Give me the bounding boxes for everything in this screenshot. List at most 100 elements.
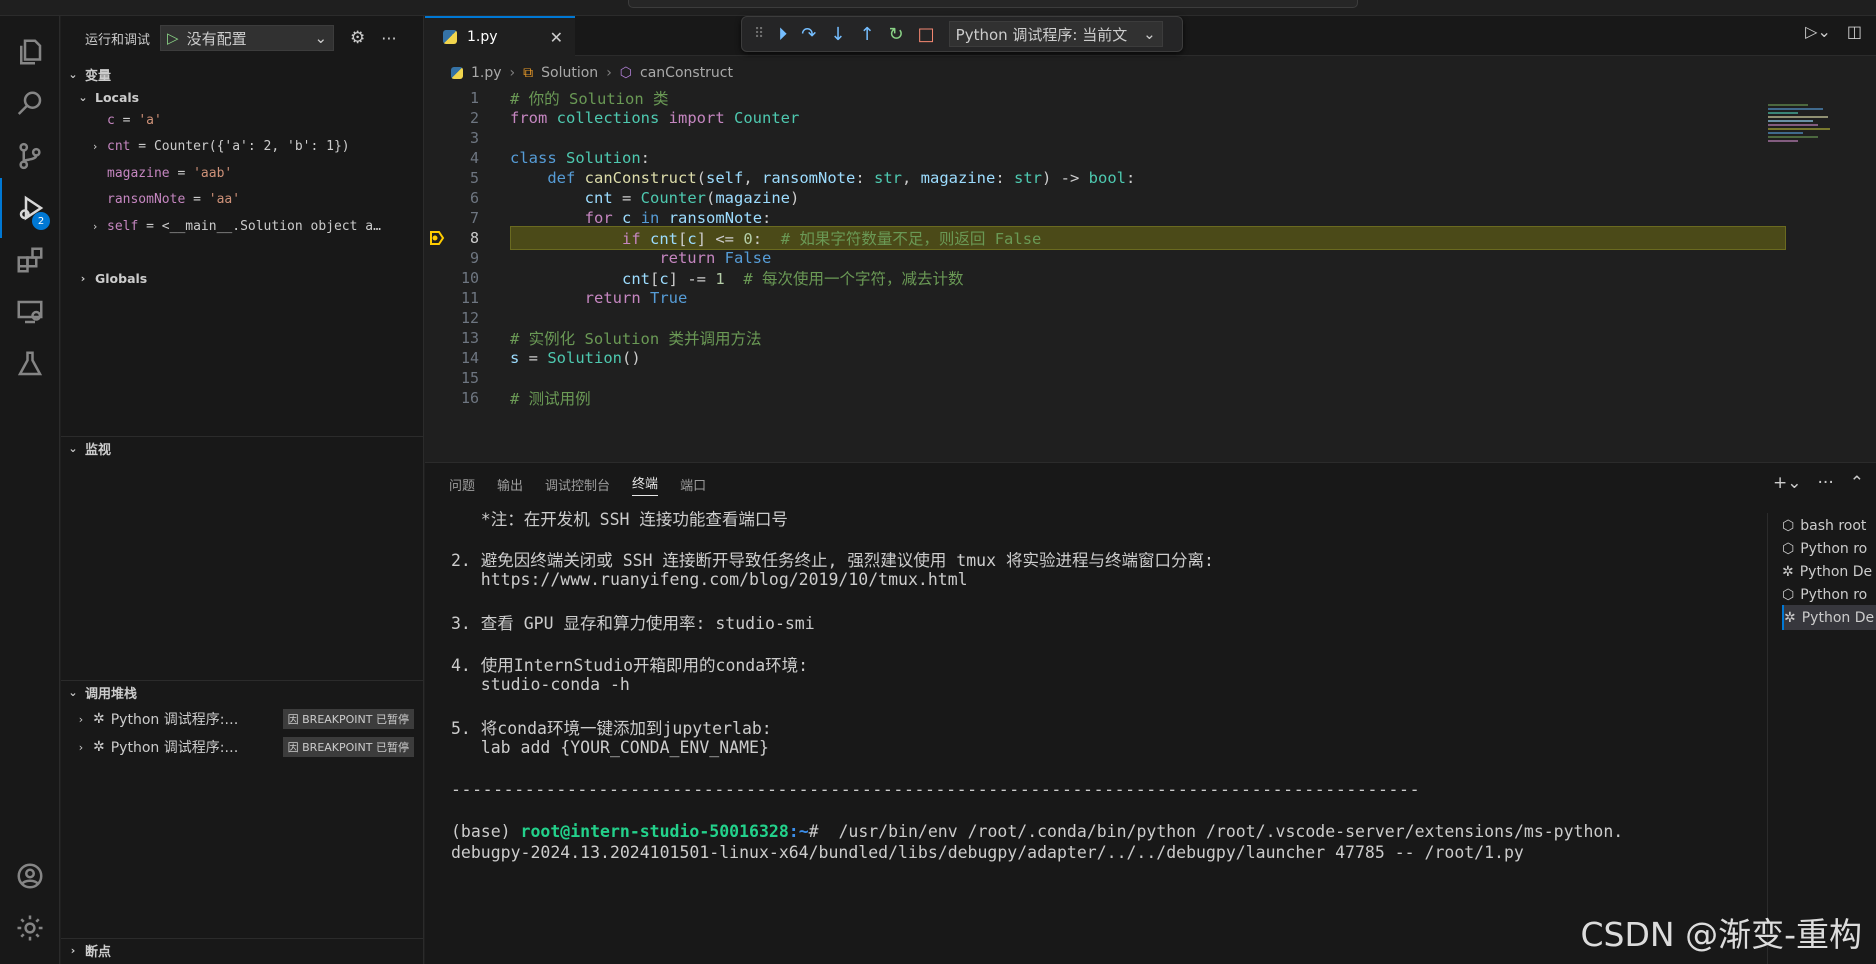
editor-actions: ▷⌄ ◫: [1805, 22, 1862, 41]
split-editor-icon[interactable]: ◫: [1847, 22, 1862, 41]
debug-session-label: Python 调试程序: 当前文: [955, 25, 1128, 44]
terminal-list-item[interactable]: ✲ Python De: [1782, 559, 1876, 584]
more-actions-icon[interactable]: ···: [1818, 473, 1834, 493]
close-icon[interactable]: ✕: [550, 28, 563, 47]
locals-scope[interactable]: ⌄ Locals: [61, 85, 424, 109]
tab-problems[interactable]: 问题: [449, 475, 475, 494]
terminal-line: debugpy-2024.13.2024101501-linux-x64/bun…: [451, 843, 1524, 862]
minimap[interactable]: [1768, 102, 1838, 162]
terminal-line: https://www.ruanyifeng.com/blog/2019/10/…: [451, 570, 968, 589]
chevron-down-icon: ⌄: [314, 29, 328, 47]
tab-1py[interactable]: 1.py ✕: [425, 16, 575, 56]
run-file-icon[interactable]: ▷⌄: [1805, 22, 1831, 41]
callstack-label: Python 调试程序:…: [110, 740, 239, 756]
breakpoints-title: 断点: [85, 945, 112, 960]
debug-config-select[interactable]: ▷ 没有配置 ⌄: [160, 25, 335, 51]
terminal-output[interactable]: *注：在开发机 SSH 连接功能查看端口号 2. 避免因终端关闭或 SSH 连接…: [451, 505, 1771, 964]
breakpoint-current-icon[interactable]: [429, 230, 445, 246]
variable-value: <__main__.Solution object a…: [161, 218, 381, 234]
terminal-line: ----------------------------------------…: [451, 780, 1421, 799]
breakpoints-section-header[interactable]: › 断点: [61, 938, 424, 962]
restart-icon[interactable]: ↻: [889, 24, 904, 45]
chevron-down-icon: ⌄: [68, 686, 78, 699]
variable-row[interactable]: c = 'a': [107, 107, 162, 133]
remote-explorer-icon[interactable]: [0, 282, 60, 342]
tab-output[interactable]: 输出: [497, 475, 523, 494]
config-value: 没有配置: [186, 29, 247, 48]
run-debug-sidebar: 运行和调试 ▷ 没有配置 ⌄ ⚙ ··· ⌄ 变量 ⌄ Locals c = '…: [61, 16, 424, 964]
variables-title: 变量: [85, 68, 112, 84]
breadcrumb-item[interactable]: Solution: [541, 65, 598, 81]
start-debugging-icon[interactable]: ▷: [167, 29, 179, 47]
chevron-down-icon: ⌄: [1143, 25, 1156, 43]
line-number: 4: [469, 149, 479, 167]
tab-ports[interactable]: 端口: [680, 475, 706, 494]
variable-row[interactable]: › self = <__main__.Solution object a…: [89, 213, 381, 239]
search-icon[interactable]: [0, 74, 60, 134]
terminal-list-item[interactable]: ⬡ bash root: [1782, 513, 1876, 538]
new-terminal-icon[interactable]: +⌄: [1773, 473, 1802, 493]
terminal-line: lab add {YOUR_CONDA_ENV_NAME}: [451, 738, 769, 757]
debug-icon: ✲: [1784, 609, 1796, 626]
prompt-symbol: #: [808, 822, 829, 841]
account-icon[interactable]: [0, 846, 60, 906]
more-actions-icon[interactable]: ···: [381, 29, 396, 48]
line-number: 5: [469, 169, 479, 187]
code-editor[interactable]: 1 # 你的 Solution 类 2 from collections impor…: [425, 86, 1786, 462]
maximize-panel-icon[interactable]: ⌃: [1850, 473, 1864, 493]
breadcrumb-item[interactable]: canConstruct: [640, 65, 733, 81]
code-text: class Solution:: [510, 149, 651, 167]
globals-title: Globals: [95, 270, 148, 286]
line-number: 1: [469, 89, 479, 107]
chevron-right-icon: ›: [91, 219, 99, 233]
settings-gear-icon[interactable]: [0, 898, 60, 958]
callstack-item[interactable]: › ✲ Python 调试程序:… 因 BREAKPOINT 已暂停: [75, 706, 420, 732]
paused-badge: 因 BREAKPOINT 已暂停: [282, 709, 414, 729]
chevron-right-icon: ›: [78, 740, 84, 754]
terminal-list-item[interactable]: ⬡ Python ro: [1782, 536, 1876, 561]
variable-row[interactable]: magazine = 'aab': [107, 160, 232, 186]
globals-scope[interactable]: › Globals: [61, 266, 424, 290]
variables-section-header[interactable]: ⌄ 变量: [61, 62, 424, 86]
step-over-icon[interactable]: ↷: [801, 24, 816, 45]
tab-debug-console[interactable]: 调试控制台: [545, 475, 610, 494]
drag-handle-icon[interactable]: ⠿: [754, 26, 764, 42]
extensions-icon[interactable]: [0, 230, 60, 290]
class-symbol-icon: ⧉: [523, 65, 534, 81]
step-into-icon[interactable]: ↓: [830, 24, 845, 45]
debug-session-select[interactable]: Python 调试程序: 当前文 ⌄: [948, 21, 1163, 47]
continue-icon[interactable]: ⏵: [778, 24, 787, 45]
terminal-list-item[interactable]: ⬡ Python ro: [1782, 582, 1876, 607]
callstack-item[interactable]: › ✲ Python 调试程序:… 因 BREAKPOINT 已暂停: [75, 734, 420, 760]
run-debug-icon[interactable]: 2: [0, 178, 60, 238]
testing-icon[interactable]: [0, 334, 60, 394]
run-debug-label: 运行和调试: [85, 32, 151, 48]
breadcrumb-item[interactable]: 1.py: [471, 65, 502, 81]
variable-value: Counter({'a': 2, 'b': 1}): [153, 138, 350, 154]
code-text: s = Solution(): [510, 349, 641, 367]
source-control-icon[interactable]: [0, 126, 60, 186]
editor-area: 1.py ✕ ▷⌄ ◫ ⠿ ⏵ ↷ ↓ ↑ ↻ □ Python 调试程序: 当…: [425, 16, 1876, 462]
terminal-list-item[interactable]: ✲ Python De: [1782, 605, 1876, 630]
watch-section-header[interactable]: ⌄ 监视: [61, 436, 424, 460]
step-out-icon[interactable]: ↑: [859, 24, 874, 45]
debug-bug-icon: ✲: [93, 711, 105, 727]
variable-row[interactable]: ransomNote = 'aa': [107, 186, 240, 212]
command-center[interactable]: [628, 0, 1358, 8]
bottom-panel: 问题 输出 调试控制台 终端 端口 +⌄ ··· ⌃ *注：在开发机 SSH 连…: [425, 462, 1876, 964]
line-number: 15: [460, 369, 479, 387]
variable-row[interactable]: › cnt = Counter({'a': 2, 'b': 1}): [89, 133, 350, 159]
terminal-icon: ⬡: [1782, 540, 1795, 557]
code-text: return False: [659, 249, 772, 267]
callstack-section-header[interactable]: ⌄ 调用堆栈: [61, 680, 424, 704]
tab-terminal[interactable]: 终端: [632, 473, 659, 496]
terminal-line: *注：在开发机 SSH 连接功能查看端口号: [451, 509, 788, 529]
debug-toolbar: ⠿ ⏵ ↷ ↓ ↑ ↻ □ Python 调试程序: 当前文 ⌄: [741, 16, 1183, 52]
files-icon[interactable]: [0, 22, 60, 82]
variable-value: 'a': [138, 112, 162, 128]
gear-icon[interactable]: ⚙: [350, 28, 365, 48]
stop-icon[interactable]: □: [918, 24, 935, 45]
python-file-icon: [451, 67, 463, 79]
code-text: # 测试用例: [510, 390, 591, 408]
debug-badge: 2: [32, 212, 50, 230]
